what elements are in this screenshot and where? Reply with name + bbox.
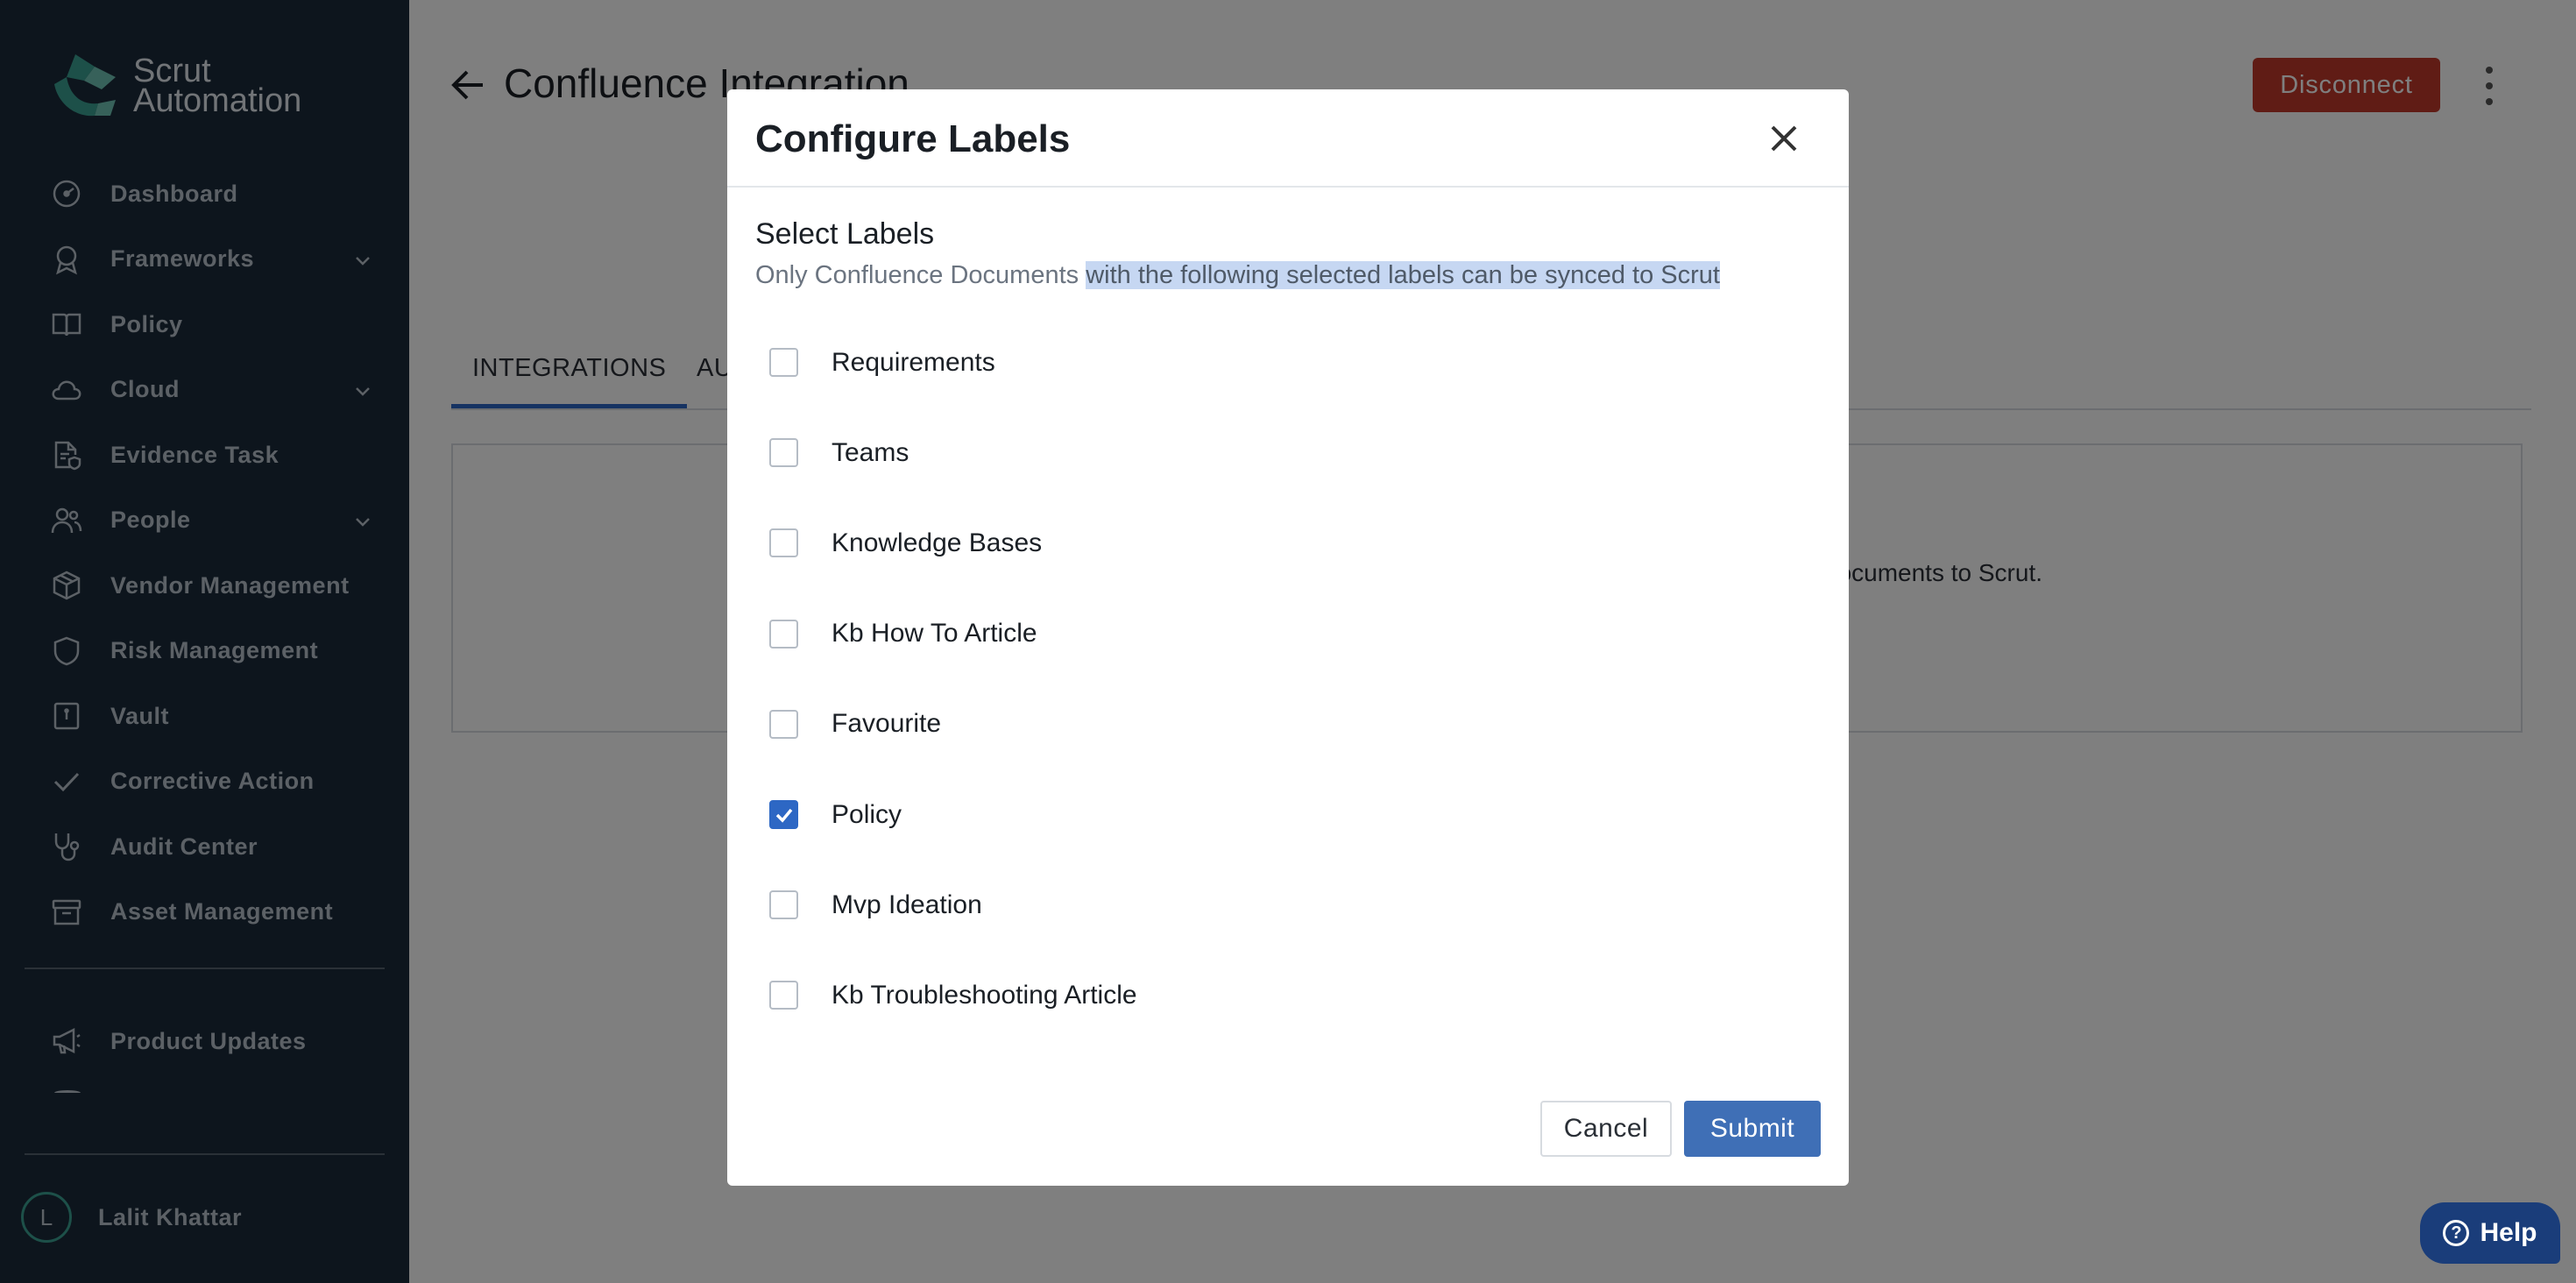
help-label: Help (2480, 1218, 2537, 1247)
checkbox[interactable] (769, 348, 798, 378)
label-option-text: Mvp Ideation (832, 890, 982, 919)
label-option-kb-troubleshooting-article[interactable]: Kb Troubleshooting Article (769, 950, 1733, 1040)
checkbox-checked[interactable] (769, 800, 798, 830)
label-option-text: Policy (832, 799, 902, 829)
modal-title: Configure Labels (755, 117, 1071, 160)
label-option-teams[interactable]: Teams (769, 408, 1733, 498)
label-option-mvp-ideation[interactable]: Mvp Ideation (769, 860, 1733, 950)
label-option-text: Kb Troubleshooting Article (832, 980, 1137, 1010)
label-option-text: Requirements (832, 347, 995, 377)
label-option-text: Kb How To Article (832, 619, 1037, 649)
checkbox[interactable] (769, 438, 798, 468)
checkbox[interactable] (769, 981, 798, 1010)
label-option-policy[interactable]: Policy (769, 769, 1733, 860)
label-option-text: Favourite (832, 709, 942, 739)
label-option-knowledge-bases[interactable]: Knowledge Bases (769, 498, 1733, 588)
label-option-text: Teams (832, 437, 909, 467)
cancel-button[interactable]: Cancel (1540, 1101, 1672, 1157)
description-highlighted-text: with the following selected labels can b… (1086, 261, 1720, 289)
help-button[interactable]: ? Help (2420, 1202, 2560, 1264)
configure-labels-modal: Configure Labels Select Labels Only Conf… (727, 89, 1849, 1186)
label-option-favourite[interactable]: Favourite (769, 679, 1733, 769)
checkbox[interactable] (769, 709, 798, 739)
label-option-requirements[interactable]: Requirements (769, 317, 1733, 408)
modal-header: Configure Labels (727, 89, 1849, 188)
section-description: Only Confluence Documents with the follo… (755, 261, 1720, 290)
checkmark-icon (775, 808, 792, 823)
checkbox[interactable] (769, 619, 798, 649)
checkbox[interactable] (769, 528, 798, 558)
close-icon[interactable] (1766, 121, 1801, 156)
description-text: Only Confluence Documents (755, 261, 1086, 289)
label-list: Requirements Teams Knowledge Bases Kb Ho… (769, 317, 1733, 1041)
section-title: Select Labels (755, 217, 935, 251)
question-icon: ? (2443, 1220, 2470, 1246)
label-option-text: Knowledge Bases (832, 528, 1043, 557)
submit-button[interactable]: Submit (1684, 1101, 1821, 1157)
checkbox[interactable] (769, 890, 798, 920)
label-option-kb-how-to-article[interactable]: Kb How To Article (769, 589, 1733, 679)
